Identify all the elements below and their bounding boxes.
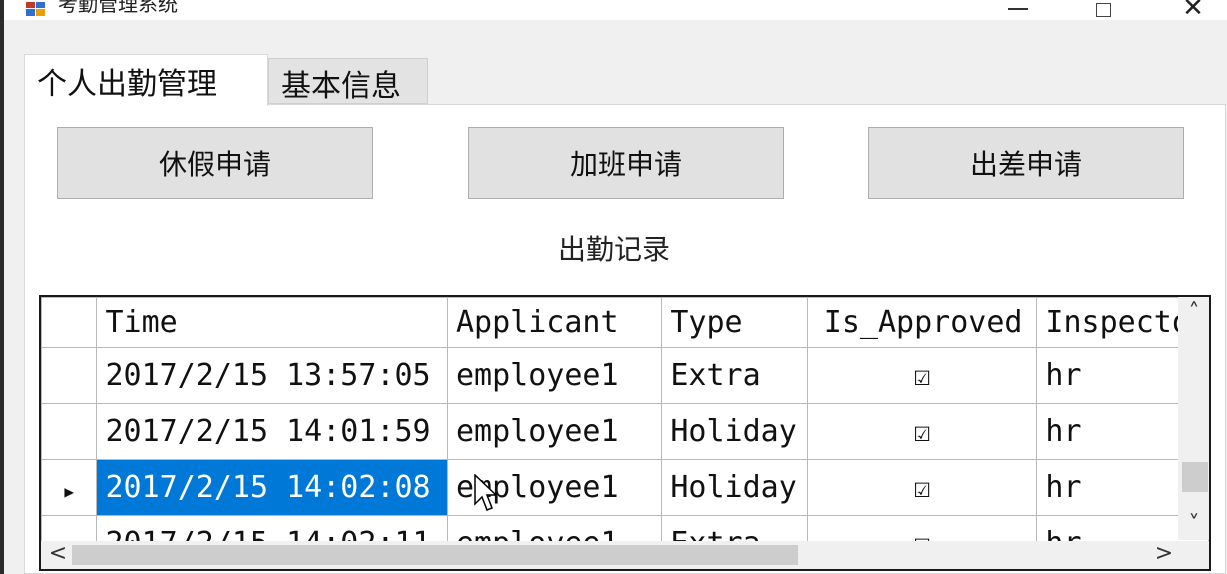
cell-time[interactable]: 2017/2/15 14:01:59 <box>96 403 448 460</box>
app-icon <box>26 2 45 16</box>
vertical-scroll-thumb[interactable] <box>1182 462 1208 492</box>
cell-is-approved[interactable]: ☑ <box>806 347 1038 404</box>
app-window: 考勤管理系统 ✕ 个人出勤管理 基本信息 休假申请 加班申请 出差申请 出勤记录… <box>0 0 1227 574</box>
table-row[interactable]: 2017/2/15 14:01:59 employee1 Holiday ☑ h… <box>41 403 1209 460</box>
row-header-cell[interactable] <box>41 347 98 404</box>
column-header-is-approved[interactable]: Is_Approved <box>806 297 1038 348</box>
scroll-down-arrow-icon[interactable]: ˅ <box>1180 512 1208 538</box>
attendance-grid[interactable]: Time Applicant Type Is_Approved Inspecto… <box>39 295 1211 571</box>
row-header-cell[interactable]: ▶ <box>41 459 98 516</box>
minimize-button[interactable] <box>1008 8 1028 10</box>
cell-type[interactable]: Extra <box>661 347 808 404</box>
leave-request-button[interactable]: 休假申请 <box>57 127 373 199</box>
horizontal-scroll-thumb[interactable] <box>72 545 798 565</box>
scroll-right-arrow-icon[interactable]: > <box>1152 541 1176 569</box>
business-trip-request-button[interactable]: 出差申请 <box>868 127 1184 199</box>
table-row[interactable]: 2017/2/15 13:57:05 employee1 Extra ☑ hr <box>41 347 1209 404</box>
grid-header-row: Time Applicant Type Is_Approved Inspecto… <box>41 297 1209 348</box>
column-header-time[interactable]: Time <box>96 297 448 348</box>
attendance-records-title: 出勤记录 <box>557 233 670 266</box>
approved-checkbox[interactable]: ☑ <box>914 471 931 504</box>
cell-time[interactable]: 2017/2/15 13:57:05 <box>96 347 448 404</box>
cell-applicant[interactable]: employee1 <box>446 403 663 460</box>
close-button[interactable]: ✕ <box>1181 0 1205 20</box>
window-title: 考勤管理系统 <box>58 0 178 16</box>
overtime-request-button[interactable]: 加班申请 <box>468 127 784 199</box>
cell-is-approved[interactable]: ☑ <box>806 403 1038 460</box>
cell-is-approved[interactable]: ☑ <box>806 459 1038 516</box>
title-bar: 考勤管理系统 ✕ <box>4 0 1227 20</box>
current-row-pointer-icon: ▶ <box>64 482 75 501</box>
grid-table: Time Applicant Type Is_Approved Inspecto… <box>41 297 1209 569</box>
tab-basic-info[interactable]: 基本信息 <box>268 58 428 104</box>
cell-time-selected[interactable]: 2017/2/15 14:02:08 <box>96 459 448 516</box>
maximize-button[interactable] <box>1096 3 1111 17</box>
cell-type[interactable]: Holiday <box>661 459 808 516</box>
approved-checkbox[interactable]: ☑ <box>914 415 931 448</box>
row-header-cell[interactable] <box>41 403 98 460</box>
approved-checkbox[interactable]: ☑ <box>914 359 931 392</box>
column-header-type[interactable]: Type <box>661 297 808 348</box>
vertical-scrollbar[interactable] <box>1178 297 1209 540</box>
column-header-applicant[interactable]: Applicant <box>446 297 663 348</box>
scroll-up-arrow-icon[interactable]: ˄ <box>1180 300 1208 326</box>
grid-corner-header[interactable] <box>41 297 98 348</box>
cell-applicant[interactable]: employee1 <box>446 347 663 404</box>
tab-personal-attendance[interactable]: 个人出勤管理 <box>24 54 268 106</box>
mouse-pointer-icon <box>474 474 496 511</box>
cell-type[interactable]: Holiday <box>661 403 808 460</box>
table-row-selected[interactable]: ▶ 2017/2/15 14:02:08 employee1 Holiday ☑… <box>41 459 1209 516</box>
scroll-left-arrow-icon[interactable]: < <box>46 541 70 569</box>
